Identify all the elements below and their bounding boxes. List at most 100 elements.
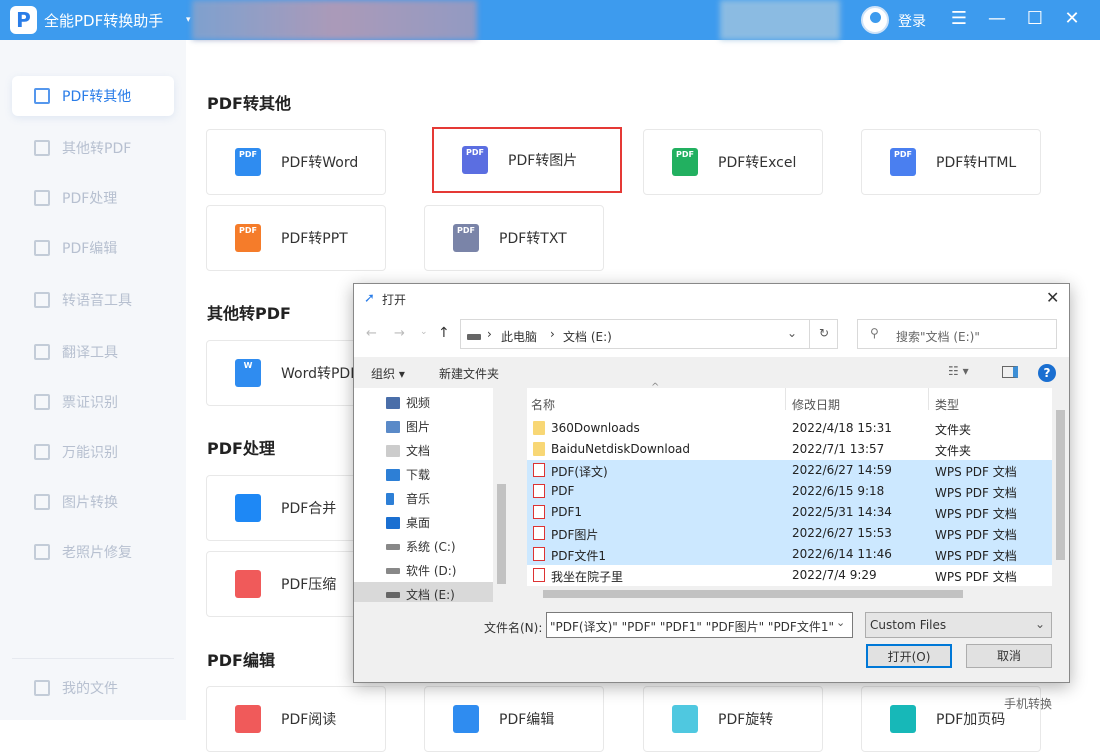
refresh-icon[interactable]: ↻ [819, 326, 829, 340]
folder-icon [533, 442, 545, 456]
tree-item-label: 文档 [406, 444, 431, 458]
maximize-icon[interactable]: ☐ [1023, 8, 1047, 29]
card-label: PDF转TXT [499, 231, 567, 247]
sidebar-item-pdf-to-other[interactable]: PDF转其他 [12, 76, 174, 116]
open-button[interactable]: 打开(O) [866, 644, 952, 668]
file-row[interactable]: PDF1 2022/5/31 14:34 WPS PDF 文档 [527, 502, 1052, 523]
tree-item-drive-c[interactable]: 系统 (C:) [386, 538, 456, 555]
file-type: WPS PDF 文档 [935, 486, 1017, 500]
navigation-tree: 视频 图片 文档 下载 音乐 桌面 系统 (C:) 软件 (D:) 文档 (E:… [354, 388, 510, 602]
filename-input[interactable]: "PDF(译文)" "PDF" "PDF1" "PDF图片" "PDF文件1" [546, 612, 853, 638]
file-row[interactable]: PDF文件1 2022/6/14 11:46 WPS PDF 文档 [527, 544, 1052, 565]
blurred-ad [720, 0, 840, 40]
column-header-date[interactable]: 修改日期 [792, 396, 840, 413]
search-placeholder: 搜索"文档 (E:)" [896, 330, 980, 344]
card-label: PDF转PPT [281, 231, 348, 247]
back-icon[interactable]: ← [366, 326, 377, 341]
column-header-name[interactable]: 名称 [531, 396, 555, 413]
folder-icon [533, 421, 545, 435]
breadcrumb-item[interactable]: 此电脑 [501, 328, 537, 345]
pdf-file-icon [533, 463, 545, 477]
tree-item-downloads[interactable]: 下载 [386, 466, 430, 483]
file-date: 2022/5/31 14:34 [792, 505, 892, 519]
sidebar-item-translate[interactable]: 翻译工具 [12, 332, 174, 372]
column-header-type[interactable]: 类型 [935, 396, 959, 413]
card-pdf-to-ppt[interactable]: PDF PDF转PPT [206, 205, 386, 271]
organize-button[interactable]: 组织 ▾ [371, 365, 405, 382]
file-name: 360Downloads [551, 421, 640, 435]
up-icon[interactable]: ↑ [438, 325, 450, 341]
blurred-banner [192, 0, 477, 40]
chevron-down-icon[interactable]: ⌄ [836, 616, 845, 629]
card-pdf-to-html[interactable]: PDF PDF转HTML [861, 129, 1041, 195]
card-pdf-to-excel[interactable]: PDF PDF转Excel [643, 129, 823, 195]
sidebar-item-pdf-edit[interactable]: PDF编辑 [12, 228, 174, 268]
search-input[interactable]: ⚲ 搜索"文档 (E:)" [857, 319, 1057, 349]
card-pdf-edit[interactable]: PDF编辑 [424, 686, 604, 752]
file-row[interactable]: 我坐在院子里 2022/7/4 9:29 WPS PDF 文档 [527, 565, 1052, 586]
login-button[interactable]: 登录 [898, 11, 926, 31]
sidebar-item-universal-ocr[interactable]: 万能识别 [12, 432, 174, 472]
tree-item-drive-e[interactable]: 文档 (E:) [386, 586, 455, 603]
drive-icon [467, 334, 481, 340]
html-icon: PDF [890, 148, 916, 176]
new-folder-button[interactable]: 新建文件夹 [439, 365, 499, 382]
chevron-down-icon[interactable]: ⌄ [787, 326, 797, 340]
file-list-hscrollbar[interactable] [527, 586, 1069, 602]
tree-item-desktop[interactable]: 桌面 [386, 514, 430, 531]
card-pdf-to-txt[interactable]: PDF PDF转TXT [424, 205, 604, 271]
tree-item-music[interactable]: 音乐 [386, 490, 430, 507]
card-label: PDF转Word [281, 155, 359, 171]
card-label: PDF转HTML [936, 155, 1017, 171]
sidebar-item-speech[interactable]: 转语音工具 [12, 280, 174, 320]
file-type-value: Custom Files [870, 618, 947, 632]
dialog-close-icon[interactable]: ✕ [1046, 288, 1059, 307]
menu-icon[interactable]: ☰ [947, 8, 971, 29]
view-options-icon[interactable]: ☷ ▾ [948, 364, 969, 378]
file-type: WPS PDF 文档 [935, 528, 1017, 542]
tree-item-videos[interactable]: 视频 [386, 394, 430, 411]
chevron-right-icon: › [550, 327, 555, 341]
sidebar-item-other-to-pdf[interactable]: 其他转PDF [12, 128, 174, 168]
card-pdf-rotate[interactable]: PDF旋转 [643, 686, 823, 752]
sidebar: PDF转其他 其他转PDF PDF处理 PDF编辑 转语音工具 翻译工具 票证识… [0, 40, 186, 720]
address-bar[interactable]: › 此电脑 › 文档 (E:) ⌄ ↻ [460, 319, 838, 349]
sidebar-item-photo-restore[interactable]: 老照片修复 [12, 532, 174, 572]
preview-pane-icon[interactable] [1002, 366, 1018, 378]
file-type-select[interactable]: Custom Files ⌄ [865, 612, 1052, 638]
recent-dropdown-icon[interactable]: ⌄ [420, 327, 428, 337]
minimize-icon[interactable]: — [985, 8, 1009, 29]
file-row[interactable]: 360Downloads 2022/4/18 15:31 文件夹 [527, 418, 1052, 439]
breadcrumb-item[interactable]: 文档 (E:) [563, 328, 612, 345]
dropdown-icon[interactable]: ▾ [186, 15, 191, 25]
sidebar-item-image-convert[interactable]: 图片转换 [12, 482, 174, 522]
forward-icon[interactable]: → [394, 326, 405, 341]
card-pdf-to-image[interactable]: PDF PDF转图片 [432, 127, 622, 193]
mobile-convert-link[interactable]: 手机转换 [1004, 695, 1052, 712]
avatar[interactable] [861, 6, 889, 34]
file-date: 2022/6/15 9:18 [792, 484, 885, 498]
card-label: PDF编辑 [499, 712, 555, 728]
tree-item-label: 桌面 [406, 516, 431, 530]
file-row[interactable]: BaiduNetdiskDownload 2022/7/1 13:57 文件夹 [527, 439, 1052, 460]
tree-item-documents[interactable]: 文档 [386, 442, 430, 459]
tree-item-pictures[interactable]: 图片 [386, 418, 430, 435]
file-row[interactable]: PDF图片 2022/6/27 15:53 WPS PDF 文档 [527, 523, 1052, 544]
card-pdf-read[interactable]: PDF阅读 [206, 686, 386, 752]
tree-scrollbar[interactable] [493, 388, 510, 602]
card-pdf-to-word[interactable]: PDF PDF转Word [206, 129, 386, 195]
pdf-file-icon [533, 505, 545, 519]
file-row[interactable]: PDF 2022/6/15 9:18 WPS PDF 文档 [527, 481, 1052, 502]
sidebar-item-pdf-process[interactable]: PDF处理 [12, 178, 174, 218]
tree-item-label: 音乐 [406, 492, 431, 506]
file-row[interactable]: PDF(译文) 2022/6/27 14:59 WPS PDF 文档 [527, 460, 1052, 481]
cancel-button[interactable]: 取消 [966, 644, 1052, 668]
help-icon[interactable]: ? [1038, 364, 1056, 382]
tree-item-label: 下载 [406, 468, 431, 482]
desktop-icon [386, 516, 400, 529]
file-list-vscrollbar[interactable] [1052, 388, 1069, 586]
sidebar-item-ticket-ocr[interactable]: 票证识别 [12, 382, 174, 422]
close-icon[interactable]: ✕ [1060, 8, 1084, 29]
tree-item-drive-d[interactable]: 软件 (D:) [386, 562, 456, 579]
sidebar-item-my-files[interactable]: 我的文件 [12, 668, 174, 708]
